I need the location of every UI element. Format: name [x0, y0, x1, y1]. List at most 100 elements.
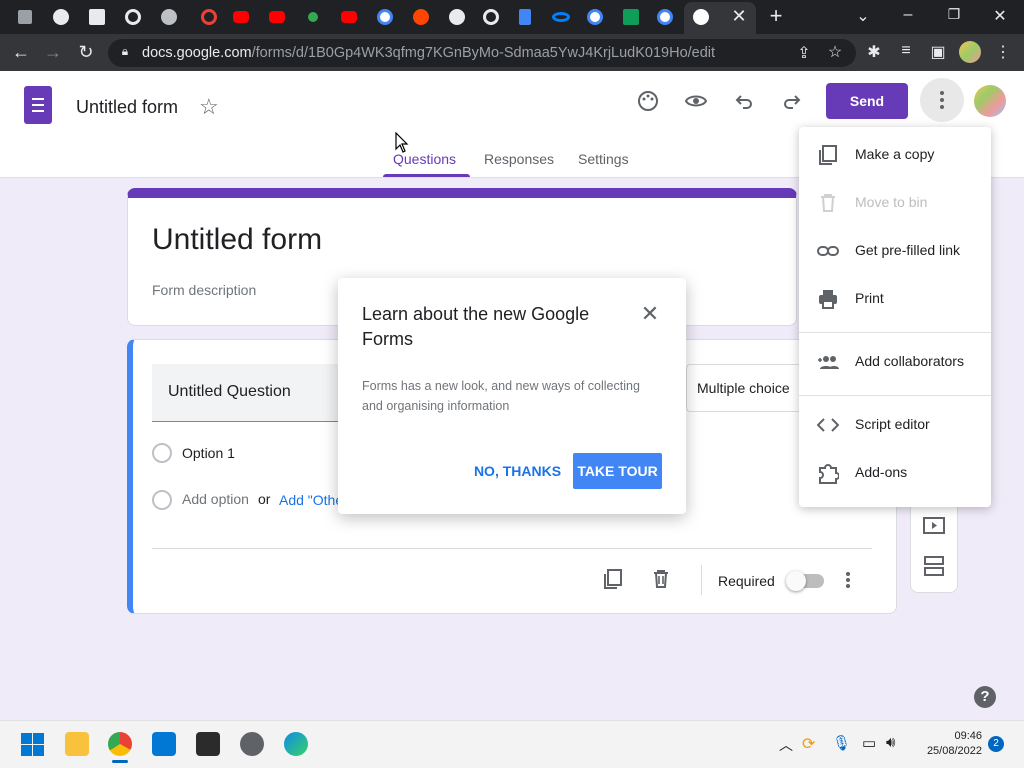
restore-icon[interactable]: ❐ [944, 6, 964, 23]
add-other-link[interactable]: Add "Other" [279, 492, 339, 508]
question-more-icon[interactable] [836, 568, 860, 592]
tab-page-icon[interactable] [14, 6, 36, 28]
redo-icon[interactable] [780, 89, 804, 113]
profile-avatar[interactable] [959, 41, 981, 63]
tab-meta-icon[interactable] [550, 6, 572, 28]
forward-icon[interactable]: → [42, 42, 64, 63]
back-icon[interactable]: ← [10, 42, 32, 63]
tab-chrome-icon[interactable] [480, 6, 502, 28]
bookmark-star-icon[interactable]: ☆ [824, 42, 846, 62]
new-tab-icon[interactable]: + [766, 3, 786, 29]
document-title[interactable]: Untitled form [76, 97, 178, 118]
tab-globe-icon[interactable] [158, 6, 180, 28]
chrome-menu-icon[interactable]: ⋮ [992, 42, 1014, 62]
footer-separator [701, 565, 702, 595]
tab-globe-icon[interactable] [446, 6, 468, 28]
terminal-icon[interactable] [196, 732, 220, 756]
add-video-icon[interactable] [922, 515, 946, 537]
tab-chrome-icon[interactable] [122, 6, 144, 28]
reload-icon[interactable]: ↻ [75, 42, 97, 63]
tab-maps-icon[interactable] [302, 6, 324, 28]
share-icon[interactable]: ⇪ [793, 43, 815, 63]
close-tab-icon[interactable]: ✕ [729, 6, 749, 27]
tab-google-icon[interactable] [654, 6, 676, 28]
question-type-label[interactable]: Multiple choice [697, 380, 790, 396]
tab-settings[interactable]: Settings [578, 151, 629, 167]
tab-docs-icon[interactable] [514, 6, 536, 28]
menu-item-label: Add-ons [855, 464, 908, 480]
media-control-icon[interactable]: ≡ [895, 42, 917, 60]
menu-item-label: Get pre-filled link [855, 242, 961, 258]
tray-chevron-icon[interactable]: ︿ [779, 735, 793, 755]
clock-date: 25/08/2022 [926, 745, 982, 757]
tab-chrome-icon[interactable] [690, 6, 712, 28]
tab-calendar-icon[interactable] [86, 6, 108, 28]
window-close-icon[interactable]: ✕ [990, 6, 1010, 26]
tab-sheets-icon[interactable] [620, 6, 642, 28]
add-section-icon[interactable] [922, 555, 946, 577]
star-icon[interactable]: ☆ [199, 94, 219, 120]
take-tour-button[interactable]: TAKE TOUR [573, 453, 662, 489]
chrome-taskbar-icon[interactable] [108, 732, 132, 756]
menu-item-add-ons[interactable]: Add-ons [799, 450, 991, 498]
menu-item-prefilled-link[interactable]: Get pre-filled link [799, 228, 991, 276]
form-title[interactable]: Untitled form [152, 223, 322, 257]
url-path: /forms/d/1B0Gp4WK3qfmg7KGnByMo-Sdmaa5YwJ… [251, 45, 716, 61]
url-host: docs.google.com [142, 45, 252, 61]
side-panel-icon[interactable]: ▣ [927, 42, 949, 62]
close-icon[interactable]: ✕ [638, 302, 662, 326]
menu-item-label: Print [855, 290, 884, 306]
file-explorer-icon[interactable] [65, 732, 89, 756]
undo-icon[interactable] [732, 89, 756, 113]
menu-item-script-editor[interactable]: Script editor [799, 402, 991, 450]
required-toggle-knob[interactable] [786, 571, 806, 591]
notification-badge[interactable]: 2 [988, 736, 1004, 752]
extensions-puzzle-icon[interactable]: ✱ [863, 42, 885, 62]
store-icon[interactable] [152, 732, 176, 756]
help-icon[interactable]: ? [974, 686, 996, 708]
tab-responses[interactable]: Responses [484, 151, 554, 167]
lock-icon[interactable]: 🔒︎ [114, 44, 136, 59]
settings-tool-icon[interactable] [240, 732, 264, 756]
menu-item-print[interactable]: Print [799, 276, 991, 324]
more-options-button[interactable] [920, 78, 964, 122]
minimize-icon[interactable]: – [898, 6, 918, 24]
menu-item-label: Make a copy [855, 146, 935, 162]
form-description-field[interactable]: Form description [152, 282, 256, 298]
edge-icon[interactable] [284, 732, 308, 756]
add-option-field[interactable]: Add option [182, 491, 249, 507]
or-label: or [258, 491, 271, 507]
microphone-icon[interactable]: 🎙︎ [832, 734, 851, 752]
taskbar-clock[interactable]: 09:46 25/08/2022 [918, 729, 982, 759]
menu-item-label: Add collaborators [855, 353, 964, 369]
network-icon[interactable]: ▭ [862, 734, 876, 752]
question-title[interactable]: Untitled Question [168, 383, 291, 401]
forms-logo-icon[interactable] [24, 86, 52, 124]
tab-search-chevron-icon[interactable]: ⌄ [853, 6, 873, 26]
preview-eye-icon[interactable] [684, 89, 708, 113]
delete-icon[interactable] [649, 567, 673, 591]
menu-item-add-collaborators[interactable]: Add collaborators [799, 339, 991, 387]
palette-icon[interactable] [636, 89, 660, 113]
windows-start-icon[interactable] [21, 733, 44, 756]
url-text: docs.google.com/forms/d/1B0Gp4WK3qfmg7KG… [142, 45, 715, 61]
menu-item-label: Move to bin [855, 194, 928, 210]
tab-reddit-icon[interactable] [410, 6, 432, 28]
tab-record-icon[interactable] [198, 6, 220, 28]
send-button[interactable]: Send [826, 83, 908, 119]
account-avatar[interactable] [974, 85, 1006, 117]
menu-separator [799, 332, 991, 333]
tab-youtube-icon[interactable] [230, 6, 252, 28]
tab-google-icon[interactable] [584, 6, 606, 28]
sync-icon[interactable]: ⟳ [802, 734, 815, 754]
tour-dialog-body: Forms has a new look, and new ways of co… [362, 379, 640, 413]
duplicate-icon[interactable] [601, 567, 625, 591]
menu-item-make-copy[interactable]: Make a copy [799, 132, 991, 180]
no-thanks-button[interactable]: NO, THANKS [470, 454, 565, 488]
option-1-label[interactable]: Option 1 [182, 445, 235, 461]
tab-globe-icon[interactable] [50, 6, 72, 28]
tab-youtube-icon[interactable] [338, 6, 360, 28]
tab-youtube-icon[interactable] [266, 6, 288, 28]
volume-icon[interactable]: 🔊︎ [886, 734, 895, 751]
tab-google-icon[interactable] [374, 6, 396, 28]
